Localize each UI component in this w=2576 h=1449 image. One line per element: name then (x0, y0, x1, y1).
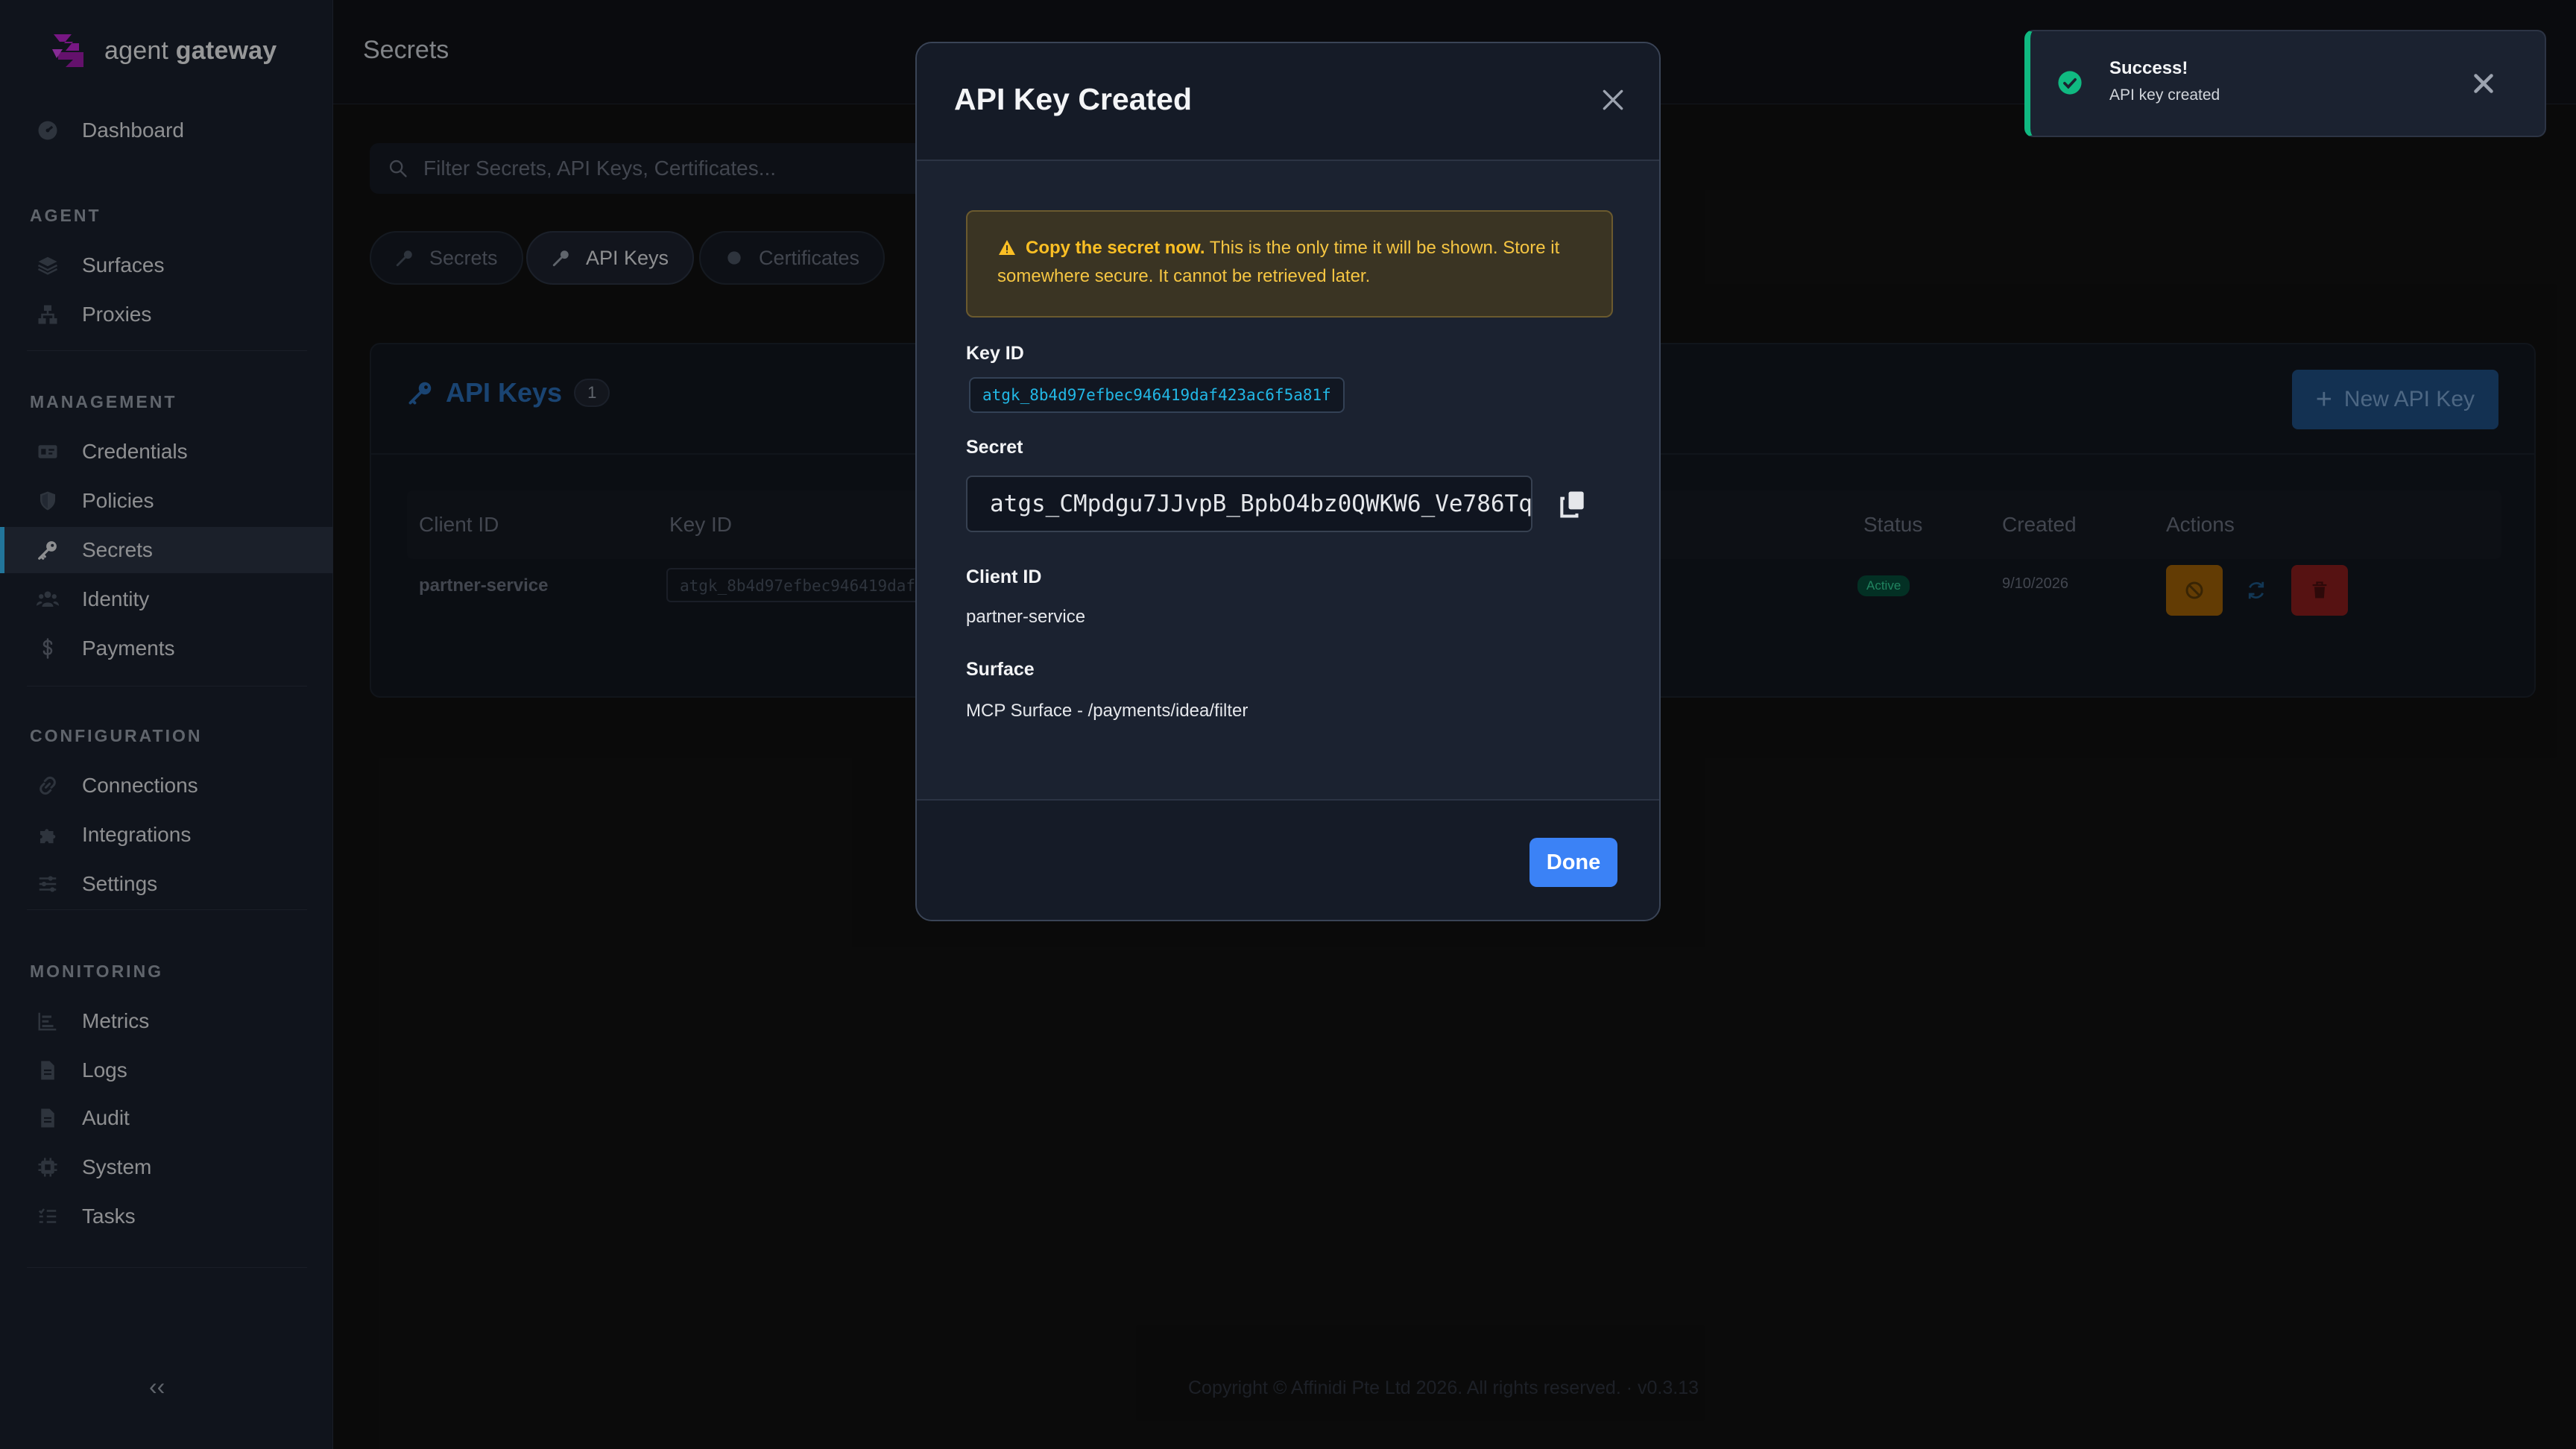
close-icon[interactable] (1598, 85, 1628, 115)
check-circle-icon (2058, 71, 2082, 95)
client-id-label: Client ID (966, 566, 1042, 587)
client-id-value: partner-service (966, 607, 1086, 627)
key-id-label: Key ID (966, 343, 1024, 364)
dialog-title: API Key Created (954, 82, 1193, 116)
copy-warning-alert: Copy the secret now. This is the only ti… (966, 210, 1613, 318)
warning-icon (999, 240, 1015, 255)
surface-value: MCP Surface - /payments/idea/filter (966, 701, 1248, 721)
close-icon[interactable] (2470, 70, 2497, 97)
warning-emphasis: Copy the secret now. (1026, 238, 1205, 258)
toast-message: API key created (2109, 86, 2220, 104)
done-button[interactable]: Done (1530, 838, 1617, 887)
dialog-footer: Done (917, 799, 1659, 920)
toast-title: Success! (2109, 58, 2188, 78)
secret-field[interactable]: atgs_CMpdgu7JJvpB_BpbO4bz0QWKW6_Ve786Tq (966, 476, 1532, 532)
api-key-created-dialog: API Key Created Copy the secret now. Thi… (915, 42, 1661, 921)
secret-label: Secret (966, 437, 1023, 458)
dialog-header: API Key Created (917, 43, 1659, 161)
surface-label: Surface (966, 659, 1035, 680)
app-root: agent gateway Dashboard AGENT Surfaces P… (0, 0, 2576, 1449)
key-id-value[interactable]: atgk_8b4d97efbec946419daf423ac6f5a81f (969, 377, 1345, 413)
success-toast: Success! API key created (2024, 30, 2546, 137)
copy-icon[interactable] (1556, 487, 1589, 520)
